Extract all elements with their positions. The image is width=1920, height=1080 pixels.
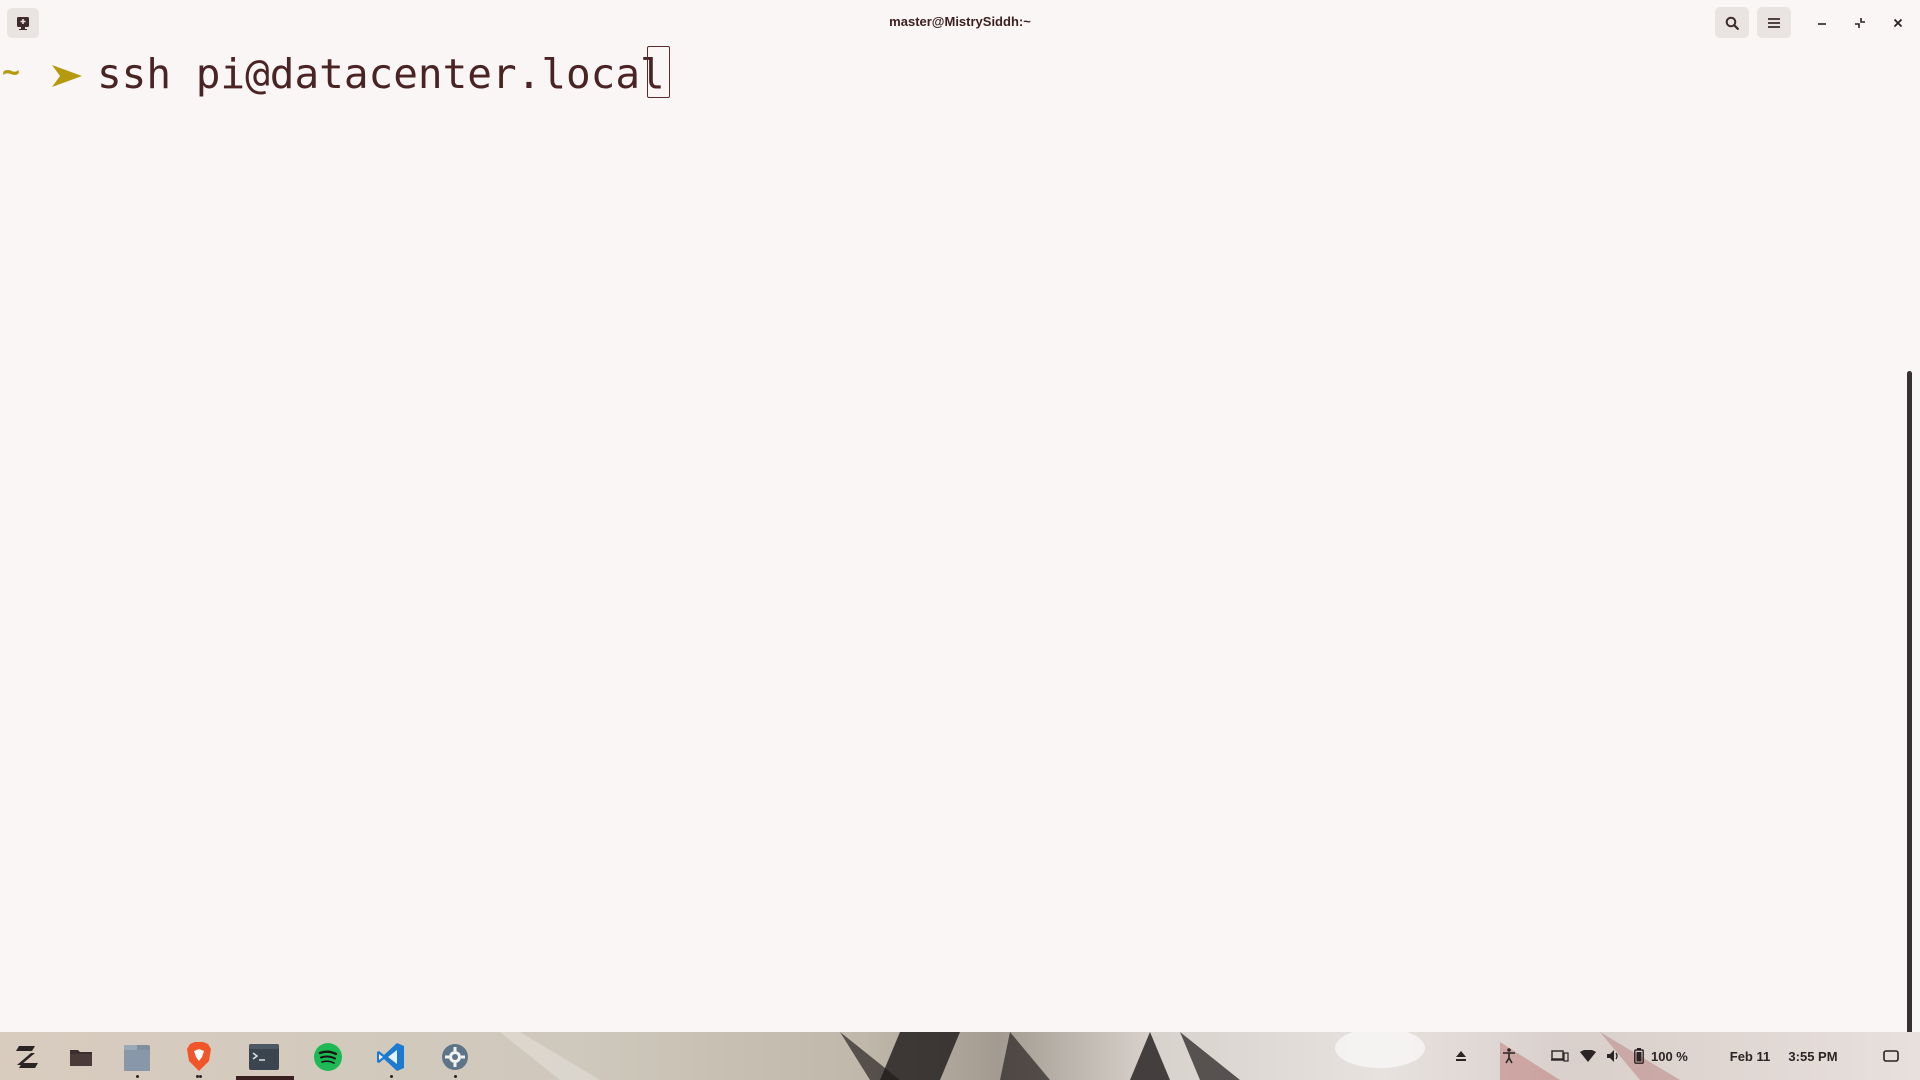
taskbar: 100 % Feb 11 3:55 PM [0,1032,1920,1080]
battery-percent: 100 % [1651,1048,1688,1064]
zorin-menu-button[interactable] [8,1039,46,1075]
time-label: 3:55 PM [1788,1048,1838,1064]
close-icon [1893,18,1903,28]
vscode-launcher[interactable] [372,1039,410,1078]
restore-button[interactable] [1846,9,1874,37]
minimize-button[interactable] [1808,9,1836,37]
close-button[interactable] [1884,9,1912,37]
prompt-arrow-icon [52,65,82,87]
running-indicator [199,1075,202,1078]
scrollbar[interactable] [1907,371,1912,1071]
search-icon [1725,16,1739,30]
devices-indicator[interactable] [1549,1044,1571,1068]
volume-icon [1607,1050,1618,1062]
running-indicator [135,1075,139,1078]
prompt-directory: ~ [2,55,21,90]
file-cabinet-icon [124,1045,150,1071]
folder-icon [70,1050,92,1066]
laptop-phone-icon [1551,1050,1569,1062]
window-title: master@MistrySiddh:~ [889,14,1031,29]
volume-indicator[interactable] [1604,1044,1624,1068]
file-manager-launcher[interactable] [118,1039,156,1078]
wallpaper-art [500,1032,1680,1080]
date-label-container[interactable]: Feb 11 [1728,1044,1772,1068]
accessibility-button[interactable] [1499,1044,1519,1068]
eject-icon [1456,1051,1466,1061]
active-app-indicator [236,1076,294,1080]
network-indicator[interactable] [1578,1044,1598,1068]
text-cursor [647,46,670,98]
battery-icon [1634,1048,1644,1064]
date-label: Feb 11 [1729,1048,1771,1064]
running-indicator [453,1075,457,1078]
terminal-view[interactable]: ~ ssh pi@datacenter.local [0,45,1920,1071]
spotify-launcher[interactable] [309,1039,347,1075]
minimize-icon [1818,23,1826,25]
vscode-icon [377,1043,404,1071]
settings-launcher[interactable] [436,1039,474,1078]
spotify-icon [314,1043,342,1071]
command-text: ssh pi@datacenter.local [97,50,665,98]
brave-launcher[interactable] [180,1039,218,1078]
restore-icon [1855,18,1865,28]
wifi-icon [1580,1050,1596,1062]
settings-gear-icon [442,1044,468,1070]
battery-indicator[interactable]: 100 % [1634,1044,1724,1068]
brave-icon [187,1042,211,1071]
show-desktop-icon [1883,1050,1899,1062]
terminal-icon [249,1044,279,1070]
terminal-launcher[interactable] [245,1039,283,1075]
eject-button[interactable] [1451,1044,1471,1068]
accessibility-icon [1503,1048,1515,1064]
show-desktop-button[interactable] [1879,1044,1903,1068]
running-indicator [389,1075,393,1078]
clock[interactable]: 3:55 PM [1783,1044,1843,1068]
hamburger-menu-button[interactable] [1757,7,1791,38]
hamburger-icon [1768,17,1780,28]
title-bar: master@MistrySiddh:~ [0,0,1920,45]
search-button[interactable] [1715,7,1749,38]
files-launcher[interactable] [62,1039,100,1075]
zorin-logo-icon [16,1046,38,1068]
